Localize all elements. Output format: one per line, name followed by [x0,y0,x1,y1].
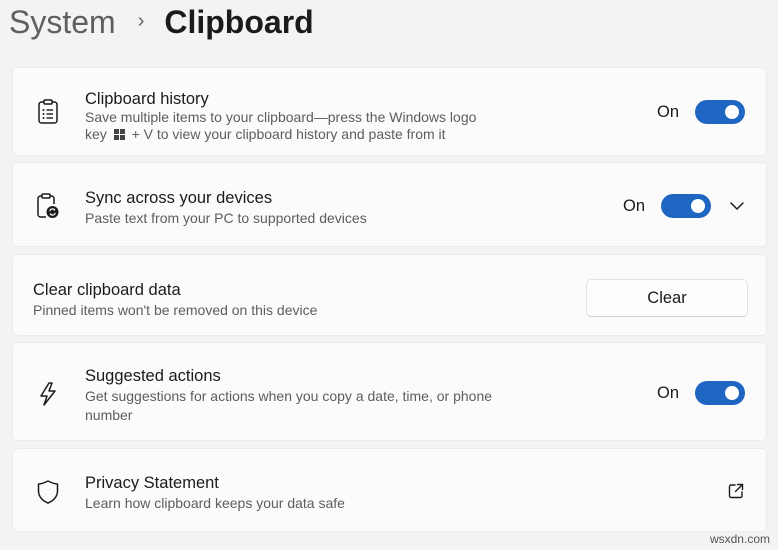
suggested-actions-toggle-label: On [657,383,680,402]
clipboard-history-title: Clipboard history [85,90,209,108]
clipboard-history-desc-line1: Save multiple items to your clipboard—pr… [85,109,477,125]
open-external-icon[interactable] [725,480,747,502]
sync-devices-desc: Paste text from your PC to supported dev… [85,210,367,226]
sync-devices-card[interactable]: Sync across your devices Paste text from… [12,162,767,247]
clear-button[interactable]: Clear [586,279,748,317]
clipboard-sync-icon [35,193,61,219]
suggested-actions-desc-line1: Get suggestions for actions when you cop… [85,388,493,404]
shield-icon [35,479,61,505]
chevron-down-icon[interactable] [727,196,747,216]
suggested-actions-toggle-group: On [657,381,746,405]
page-title: Clipboard [164,4,314,40]
clipboard-history-card: Clipboard history Save multiple items to… [12,67,767,156]
sync-devices-title: Sync across your devices [85,189,273,207]
sync-devices-text: Sync across your devices Paste text from… [85,188,367,227]
clipboard-history-desc-line2: key + V to view your clipboard history a… [85,126,476,144]
suggested-actions-card: Suggested actions Get suggestions for ac… [12,342,767,441]
privacy-statement-desc: Learn how clipboard keeps your data safe [85,495,345,511]
clipboard-history-toggle-group: On [657,100,746,124]
privacy-statement-title: Privacy Statement [85,474,219,492]
clear-clipboard-card: Clear clipboard data Pinned items won't … [12,254,767,336]
privacy-statement-text: Privacy Statement Learn how clipboard ke… [85,473,345,512]
breadcrumb-separator: › [137,10,145,32]
desc-shortcut-text: + V to view your clipboard history and p… [131,126,446,142]
settings-page: System › Clipboard Clipboard history Sav… [0,0,778,550]
toggle-knob [691,199,706,213]
toggle-knob [725,105,740,119]
breadcrumb: System › Clipboard [9,0,314,44]
desc-key-text: key [85,126,107,142]
toggle-knob [725,386,740,400]
clipboard-history-toggle[interactable] [695,100,746,124]
lightning-icon [35,381,61,407]
windows-logo-icon [113,127,125,144]
suggested-actions-toggle[interactable] [695,381,746,405]
clear-clipboard-text: Clear clipboard data Pinned items won't … [33,280,317,319]
sync-toggle-label: On [623,196,646,215]
breadcrumb-system-link[interactable]: System [9,0,116,44]
suggested-actions-title: Suggested actions [85,367,221,385]
suggested-actions-desc-line2: number [85,407,133,423]
sync-toggle[interactable] [661,194,712,218]
clear-clipboard-desc: Pinned items won't be removed on this de… [33,302,318,318]
suggested-actions-text: Suggested actions Get suggestions for ac… [85,366,492,424]
sync-toggle-group: On [623,194,712,218]
watermark: wsxdn.com [709,532,770,546]
clear-clipboard-title: Clear clipboard data [33,281,181,299]
privacy-statement-card[interactable]: Privacy Statement Learn how clipboard ke… [12,448,767,532]
clipboard-list-icon [35,99,61,125]
clipboard-history-text: Clipboard history Save multiple items to… [85,89,476,144]
clipboard-history-toggle-label: On [657,102,680,121]
